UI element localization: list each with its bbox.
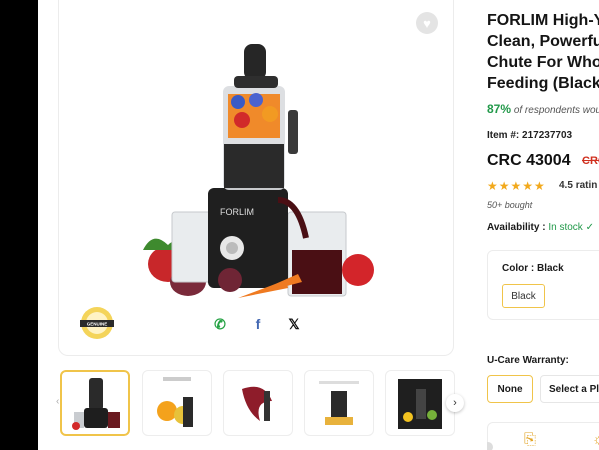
wishlist-heart-icon[interactable]: ♥ <box>416 12 438 34</box>
rating-summary[interactable]: 4.5 ratin <box>559 180 597 191</box>
item-number: Item #: 217237703 <box>487 130 572 141</box>
feature-icons-row: ⎘ ☼ <box>487 422 599 450</box>
thumbnail-3[interactable] <box>223 370 293 436</box>
product-image[interactable]: FORLIM <box>138 40 378 302</box>
respondents-pct: 87% <box>487 102 512 116</box>
genuine-badge-icon: GENUINE <box>80 307 114 339</box>
thumbnail-2[interactable] <box>142 370 212 436</box>
x-icon[interactable]: 𝕏 <box>286 316 302 332</box>
rating-text: ratin <box>575 180 598 191</box>
ucare-warranty-label: U-Care Warranty: <box>487 355 569 366</box>
thumbnail-3-image-icon <box>242 386 272 421</box>
color-selector: Color : Black Black <box>487 250 599 320</box>
thumbnail-1-image-icon <box>72 378 120 430</box>
current-price: CRC 43004 <box>487 152 571 169</box>
respondents-text: of respondents woul <box>513 105 599 116</box>
product-title: FORLIM High-Yi Clean, Powerful Chute For… <box>487 10 599 94</box>
item-label: Item #: <box>487 130 520 141</box>
bookmark-icon: ⎘ <box>524 431 537 448</box>
thumbnail-strip <box>58 368 468 440</box>
thumbnail-1[interactable] <box>60 370 130 436</box>
facebook-icon[interactable]: f <box>250 316 266 332</box>
title-line-2: Clean, Powerful <box>487 33 599 50</box>
respondents-recommend: 87% of respondents woul <box>487 102 599 116</box>
thumbnail-4[interactable] <box>304 370 374 436</box>
scroll-dot-icon[interactable] <box>487 442 493 450</box>
left-black-border <box>0 0 38 450</box>
availability-label: Availability : <box>487 222 546 233</box>
bought-count: 50+ bought <box>487 200 533 210</box>
warranty-none-button[interactable]: None <box>487 375 533 403</box>
availability: Availability : In stock ✓ <box>487 222 594 233</box>
rating-value: 4.5 <box>559 180 573 191</box>
warranty-plan-button[interactable]: Select a Pla <box>540 375 599 403</box>
rating-stars-icon[interactable]: ★★★★★ <box>487 179 546 193</box>
color-option-black[interactable]: Black <box>502 284 545 308</box>
thumbnail-next-icon[interactable]: › <box>446 394 464 412</box>
old-price: CRC <box>582 155 599 167</box>
thumbnail-4-image-icon <box>319 381 359 425</box>
title-line-4: Feeding (Black) <box>487 75 599 92</box>
thumbnail-2-image-icon <box>157 377 193 427</box>
item-value: 217237703 <box>522 130 573 141</box>
product-info-panel: FORLIM High-Yi Clean, Powerful Chute For… <box>487 0 599 450</box>
thumbnail-5-image-icon <box>398 379 442 429</box>
title-line-3: Chute For Whol <box>487 54 599 71</box>
bulb-icon: ☼ <box>592 431 599 448</box>
whatsapp-icon[interactable]: ✆ <box>212 316 228 332</box>
product-brand-text: FORLIM <box>220 207 254 217</box>
availability-value: In stock ✓ <box>548 222 594 233</box>
color-label: Color : Black <box>502 263 564 274</box>
title-line-1: FORLIM High-Yi <box>487 12 599 29</box>
thumbnail-5[interactable] <box>385 370 455 436</box>
badge-text: GENUINE <box>87 322 108 327</box>
